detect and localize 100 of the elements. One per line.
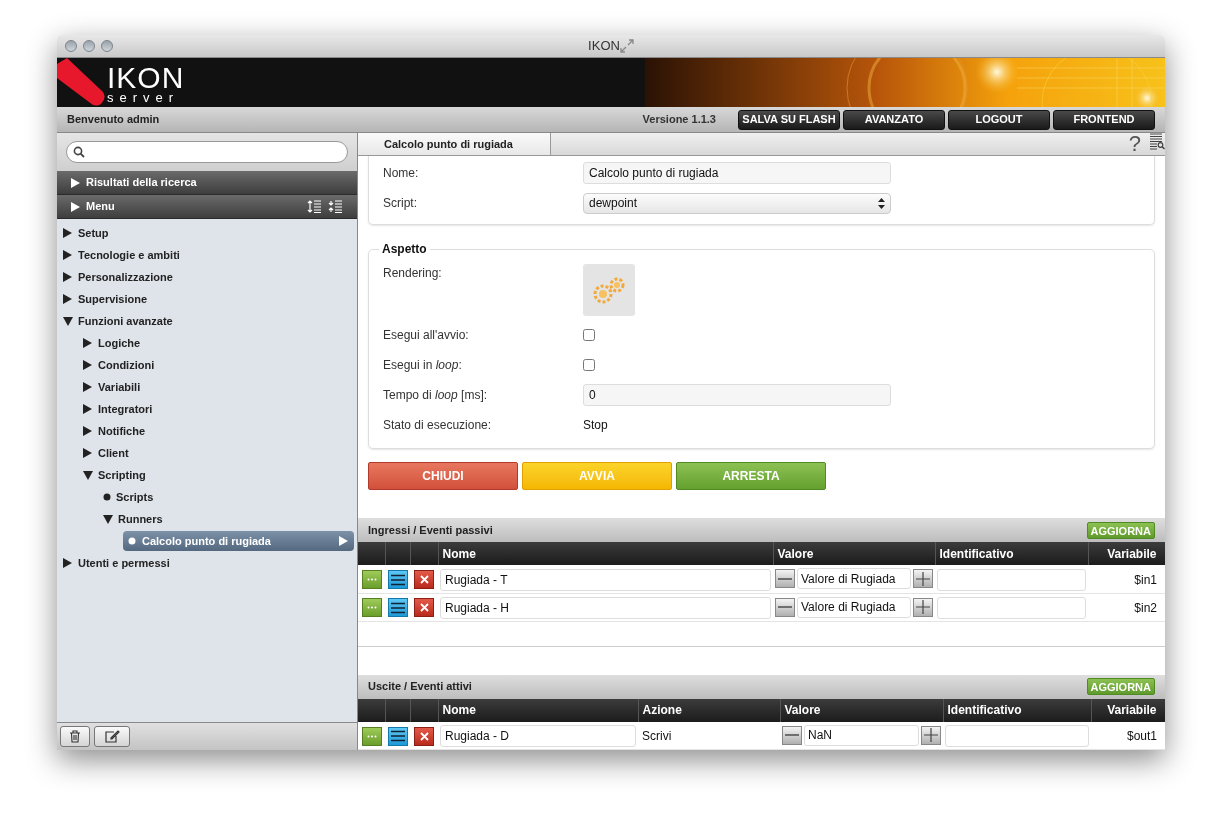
window-control-button[interactable]	[83, 40, 95, 52]
column-header: Nome	[438, 698, 638, 722]
tree-item[interactable]: Client	[98, 444, 129, 462]
tree-item[interactable]: Runners	[118, 510, 163, 528]
help-button[interactable]: ?	[1128, 133, 1141, 155]
collapse-arrow-icon[interactable]	[83, 470, 93, 480]
section-title: Menu	[86, 199, 115, 215]
delete-button[interactable]	[414, 598, 434, 618]
more-button[interactable]	[361, 598, 382, 618]
decrement-button[interactable]	[775, 597, 795, 617]
logo-subtitle: server	[107, 91, 181, 104]
minus-icon	[778, 577, 792, 580]
more-icon	[366, 734, 377, 738]
field-label: Nome:	[383, 165, 420, 182]
log-search-icon[interactable]	[1149, 133, 1165, 150]
welcome-text: Benvenuto admin	[67, 112, 160, 128]
text-field[interactable]: Calcolo punto di rugiada	[583, 162, 891, 184]
name-field[interactable]: Rugiada - D	[440, 725, 636, 748]
search-field[interactable]	[66, 141, 348, 163]
window-title: IKON	[588, 37, 620, 56]
decrement-button[interactable]	[775, 569, 795, 589]
collapse-arrow-icon[interactable]	[63, 316, 73, 326]
list-button[interactable]	[387, 570, 408, 589]
tree-item[interactable]: Condizioni	[98, 356, 155, 374]
window-control-button[interactable]	[65, 40, 77, 52]
expand-arrow-icon[interactable]	[71, 177, 80, 188]
expand-arrow-icon[interactable]	[71, 201, 80, 212]
delete-button[interactable]	[60, 726, 90, 747]
toolbar-button[interactable]: SALVA SU FLASH	[738, 109, 840, 130]
toolbar-button[interactable]: AVANZATO	[843, 109, 945, 130]
tree-item[interactable]: Calcolo punto di rugiada	[123, 531, 354, 551]
edit-button[interactable]	[94, 726, 130, 747]
expand-arrow-icon[interactable]	[63, 294, 73, 304]
tree-item[interactable]: Tecnologie e ambiti	[78, 246, 180, 264]
expand-arrow-icon[interactable]	[83, 404, 93, 414]
expand-arrow-icon[interactable]	[63, 228, 73, 238]
expand-arrow-icon[interactable]	[83, 338, 93, 348]
section-header[interactable]: Menu	[57, 195, 357, 219]
name-field[interactable]: Rugiada - H	[440, 597, 771, 619]
collapse-all-icon[interactable]	[328, 200, 343, 213]
list-button[interactable]	[387, 598, 408, 618]
value-field[interactable]: Valore di Rugiada	[797, 596, 911, 618]
checkbox[interactable]	[583, 359, 595, 371]
window-control-button[interactable]	[101, 40, 113, 52]
value-field[interactable]: NaN	[804, 724, 919, 746]
tree-item[interactable]: Utenti e permessi	[78, 554, 170, 572]
identifier-field[interactable]	[937, 597, 1086, 619]
expand-arrow-icon[interactable]	[63, 272, 73, 282]
list-icon	[390, 730, 405, 742]
tree-item[interactable]: Logiche	[98, 334, 141, 352]
increment-button[interactable]	[921, 725, 941, 745]
logo-name: IKON	[107, 63, 185, 92]
tree-item[interactable]: Personalizzazione	[78, 268, 173, 286]
checkbox[interactable]	[583, 329, 595, 341]
search-icon	[73, 146, 85, 158]
tree-item[interactable]: Scripts	[116, 488, 154, 506]
identifier-field[interactable]	[937, 568, 1086, 591]
expand-arrow-icon[interactable]	[83, 360, 93, 370]
script-dropdown[interactable]: dewpoint	[583, 192, 891, 214]
tree-item[interactable]: Funzioni avanzate	[78, 312, 173, 330]
column-header: Variabile	[1088, 542, 1165, 565]
list-button[interactable]	[387, 726, 408, 746]
close-icon	[419, 603, 429, 613]
value-field[interactable]: Valore di Rugiada	[797, 568, 911, 590]
expand-arrow-icon[interactable]	[83, 426, 93, 436]
column-header: Valore	[773, 542, 935, 565]
tree-item[interactable]: Scripting	[98, 466, 146, 484]
expand-arrow-icon[interactable]	[83, 448, 93, 458]
section-title: Risultati della ricerca	[86, 175, 197, 191]
toolbar-button[interactable]: FRONTEND	[1053, 109, 1155, 130]
increment-button[interactable]	[913, 569, 933, 589]
expand-arrow-icon[interactable]	[63, 250, 73, 260]
decrement-button[interactable]	[782, 725, 802, 745]
logo-mark-icon	[57, 58, 105, 107]
fullscreen-icon[interactable]	[619, 39, 634, 53]
tab[interactable]: Calcolo punto di rugiada	[358, 133, 551, 155]
tree-item[interactable]: Integratori	[98, 400, 153, 418]
delete-button[interactable]	[414, 570, 434, 589]
name-field[interactable]: Rugiada - T	[440, 568, 771, 591]
increment-button[interactable]	[913, 597, 933, 617]
tree-item[interactable]: Supervisione	[78, 290, 148, 308]
field-label: Esegui all'avvio:	[383, 327, 470, 344]
identifier-field[interactable]	[945, 725, 1089, 748]
more-button[interactable]	[361, 570, 382, 589]
tree-item[interactable]: Notifiche	[98, 422, 146, 440]
expand-all-icon[interactable]	[307, 200, 322, 213]
tree-item[interactable]: Variabili	[98, 378, 141, 396]
toolbar-button[interactable]: LOGOUT	[948, 109, 1050, 130]
bullet-icon	[103, 493, 111, 501]
trash-icon	[69, 730, 81, 743]
column-header: Variabile	[1091, 698, 1165, 722]
tree-item[interactable]: Setup	[78, 224, 109, 242]
section-header[interactable]: Risultati della ricerca	[57, 171, 357, 195]
expand-arrow-icon[interactable]	[63, 558, 73, 568]
expand-arrow-icon[interactable]	[83, 382, 93, 392]
more-button[interactable]	[361, 726, 382, 746]
collapse-arrow-icon[interactable]	[103, 514, 113, 524]
delete-button[interactable]	[414, 726, 434, 746]
text-field[interactable]: 0	[583, 384, 891, 406]
variable-text: $in1	[1134, 572, 1157, 587]
